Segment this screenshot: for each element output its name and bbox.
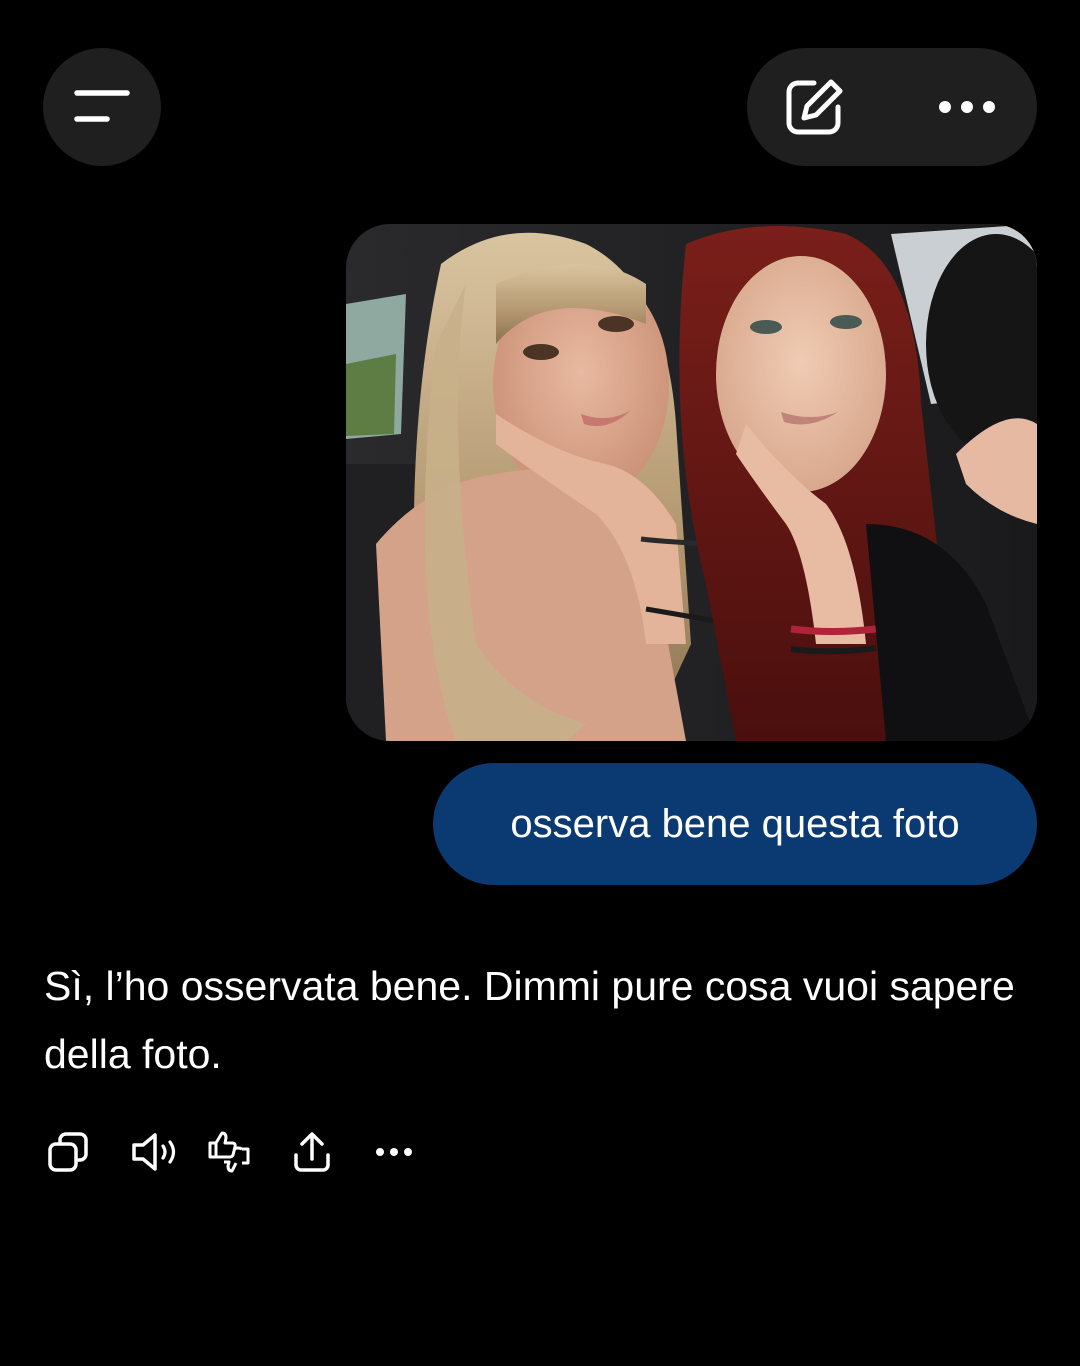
hamburger-menu-icon [74, 90, 130, 122]
more-horizontal-icon [376, 1148, 412, 1156]
more-options-button[interactable] [927, 72, 1007, 142]
user-attached-photo[interactable] [346, 224, 1037, 741]
new-chat-button[interactable] [777, 72, 853, 142]
photo-illustration [346, 224, 1037, 741]
copy-icon [48, 1132, 88, 1172]
speaker-icon [132, 1133, 176, 1171]
share-button[interactable] [284, 1122, 340, 1182]
sidebar-menu-button[interactable] [43, 48, 161, 166]
user-message-text: osserva bene questa foto [510, 801, 960, 846]
compose-edit-icon [786, 79, 843, 135]
share-icon [294, 1132, 330, 1172]
more-actions-button[interactable] [366, 1122, 422, 1182]
thumbs-up-down-icon [208, 1131, 250, 1173]
read-aloud-button[interactable] [122, 1122, 192, 1182]
assistant-message-text: Sì, l’ho osservata bene. Dimmi pure cosa… [44, 963, 1015, 1077]
copy-button[interactable] [40, 1122, 96, 1182]
feedback-button[interactable] [206, 1122, 256, 1182]
user-message-bubble: osserva bene questa foto [433, 763, 1037, 885]
header-actions-pill [747, 48, 1037, 166]
more-horizontal-icon [939, 101, 995, 113]
